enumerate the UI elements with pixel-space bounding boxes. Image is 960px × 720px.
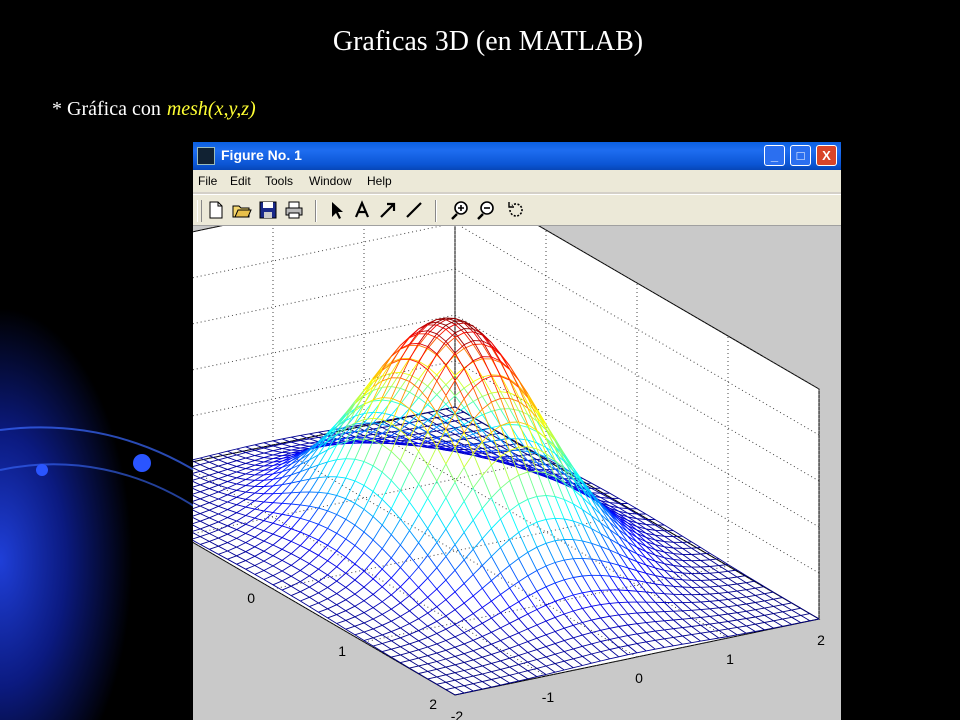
mesh-line	[700, 593, 710, 595]
mesh-line	[263, 485, 274, 487]
zoom-in-icon[interactable]	[449, 199, 471, 221]
mesh-line	[682, 609, 692, 612]
mesh-line	[382, 397, 392, 399]
mesh-line	[636, 612, 647, 614]
arrow-tool-icon[interactable]	[377, 199, 399, 221]
mesh-line	[682, 572, 692, 575]
mesh-line	[272, 502, 283, 504]
mesh-line	[682, 541, 692, 543]
new-file-icon[interactable]	[205, 199, 227, 221]
mesh-line	[482, 450, 492, 452]
y-tick-label: 2	[817, 632, 825, 648]
mesh-line	[373, 411, 383, 414]
menu-window[interactable]: Window	[309, 174, 352, 188]
menu-edit[interactable]: Edit	[230, 174, 251, 188]
mesh-line	[391, 372, 401, 374]
mesh-line	[682, 579, 692, 581]
mesh-line	[491, 449, 501, 452]
menu-bar: File Edit Tools Window Help	[193, 170, 841, 192]
mesh-line	[700, 566, 710, 568]
slide-title: Graficas 3D (en MATLAB)	[332, 26, 644, 57]
minimize-button[interactable]: _	[764, 145, 785, 166]
window-titlebar[interactable]: Figure No. 1 _ □ X	[193, 142, 841, 170]
menu-tools[interactable]: Tools	[265, 174, 293, 188]
line-tool-icon[interactable]	[403, 199, 425, 221]
toolbar-grip[interactable]	[197, 200, 202, 222]
bullet-text: * Gráfica con	[52, 98, 161, 120]
save-icon[interactable]	[257, 199, 279, 221]
mesh-plot[interactable]: 00.20.40.60.81210-1-2-2-1012	[193, 226, 841, 720]
window-title: Figure No. 1	[221, 147, 302, 163]
mesh-line	[363, 441, 374, 443]
toolbar	[193, 194, 841, 226]
mesh-line	[555, 517, 565, 520]
print-icon[interactable]	[283, 199, 305, 221]
mesh-line	[646, 611, 656, 613]
x-tick-label: 1	[338, 643, 346, 659]
rotate-3d-icon[interactable]	[505, 199, 527, 221]
bullet-line: * Gráfica con mesh(x,y,z)	[52, 98, 256, 121]
y-tick-label: 1	[726, 651, 734, 667]
matlab-app-icon	[197, 147, 215, 165]
x-tick-label: 2	[429, 696, 437, 712]
toolbar-separator	[315, 200, 317, 222]
close-button[interactable]: X	[816, 145, 837, 166]
mesh-line	[282, 492, 292, 494]
mesh-line	[682, 566, 692, 568]
menu-help[interactable]: Help	[367, 174, 392, 188]
y-tick-label: 0	[635, 670, 643, 686]
mesh-line	[445, 447, 456, 449]
mesh-line	[254, 492, 264, 495]
mesh-line	[291, 491, 301, 494]
toolbar-separator	[435, 200, 437, 222]
mesh-line	[345, 458, 355, 460]
y-tick-label: -2	[451, 708, 464, 720]
command-text: mesh(x,y,z)	[166, 98, 256, 120]
maximize-button[interactable]: □	[790, 145, 811, 166]
mesh-line	[518, 446, 528, 448]
text-tool-icon[interactable]	[351, 199, 373, 221]
mesh-line	[691, 553, 701, 555]
open-folder-icon[interactable]	[231, 199, 253, 221]
mesh-line	[282, 451, 292, 454]
y-tick-label: -1	[542, 689, 555, 705]
mesh-line	[491, 374, 501, 376]
select-arrow-icon[interactable]	[325, 199, 347, 221]
x-tick-label: 0	[247, 590, 255, 606]
mesh-line	[618, 589, 628, 591]
menu-file[interactable]: File	[198, 174, 217, 188]
zoom-out-icon[interactable]	[475, 199, 497, 221]
mesh-line	[664, 593, 674, 595]
